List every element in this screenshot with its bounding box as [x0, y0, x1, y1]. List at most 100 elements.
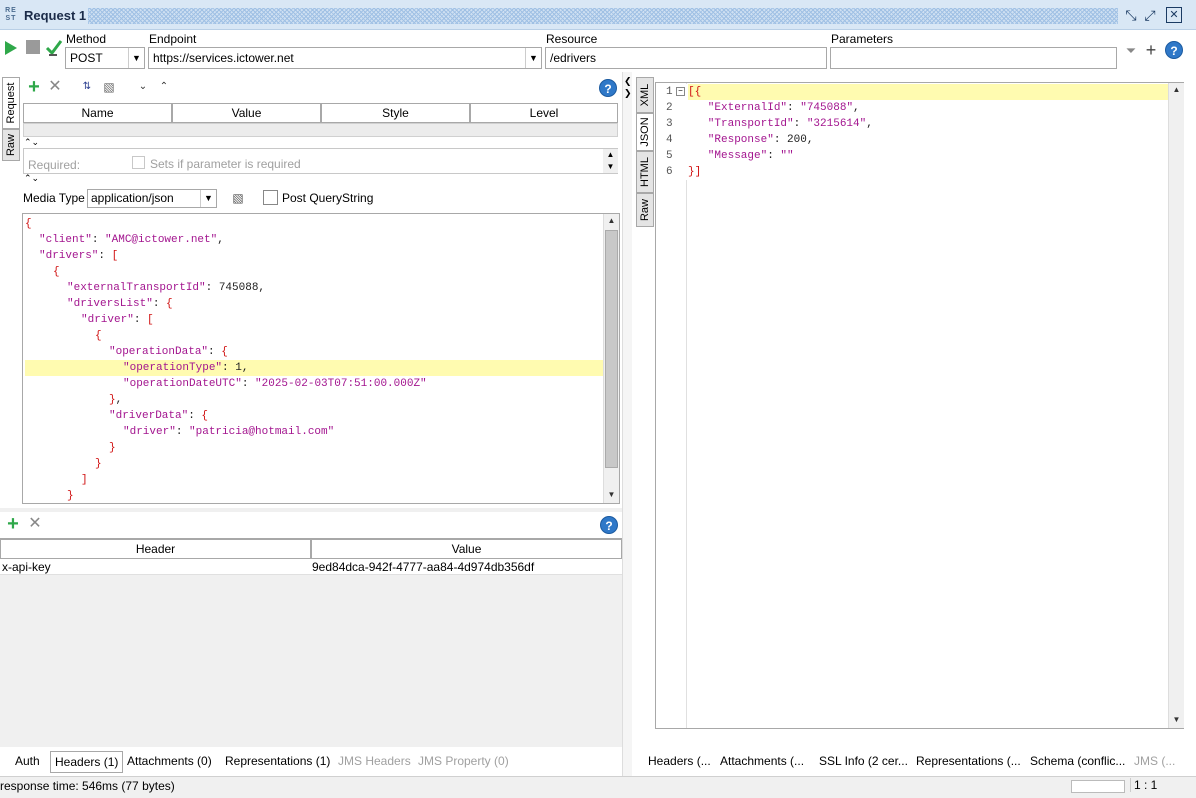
scroll-up-icon[interactable]: ▲ [604, 214, 619, 228]
close-icon[interactable]: ✕ [1166, 7, 1182, 23]
column-header-value[interactable]: Value [172, 103, 321, 123]
add-param-icon[interactable]: + [25, 77, 43, 97]
code-line: { [25, 264, 603, 280]
chevron-down-icon[interactable]: ▼ [525, 48, 541, 68]
cancel-request-icon[interactable] [24, 40, 42, 58]
parameters-input[interactable] [830, 47, 1117, 69]
response-scrollbar[interactable]: ▲ ▼ [1168, 83, 1184, 728]
code-line: 1[{ [656, 84, 1169, 100]
params-help-icon[interactable]: ? [599, 79, 617, 97]
filter-icon[interactable]: ⏷ [1122, 42, 1140, 60]
add-header-icon[interactable]: + [4, 514, 22, 534]
table-row[interactable]: x-api-key 9ed84dca-942f-4777-aa84-4d974d… [0, 559, 622, 575]
bottom-tab[interactable]: SSL Info (2 cer... [815, 751, 912, 773]
bottom-tab[interactable]: Headers (... [644, 751, 715, 773]
add-parameter-icon[interactable]: + [1142, 41, 1160, 59]
code-token: "client" [39, 234, 92, 246]
bottom-tab[interactable]: Representations (1) [221, 751, 334, 773]
format-icon[interactable]: ▧ [229, 189, 247, 207]
header-value-cell[interactable]: 9ed84dca-942f-4777-aa84-4d974db356df [312, 560, 534, 574]
bottom-tab[interactable]: Headers (1) [50, 751, 124, 773]
move-up-icon[interactable]: ⌃ [155, 78, 173, 96]
line-number: 5 [656, 148, 688, 164]
required-checkbox[interactable] [132, 156, 145, 169]
detail-scrollbar[interactable]: ▲ ▼ [603, 149, 618, 173]
restore-icon[interactable]: ⤡ [1123, 7, 1139, 23]
code-line: "driversList": { [25, 296, 603, 312]
clear-params-icon[interactable]: ▧ [100, 78, 118, 96]
rest-icon: RE ST [5, 7, 17, 22]
code-token: "Message" [688, 150, 768, 162]
code-line: "drivers": [ [25, 248, 603, 264]
scroll-down-icon[interactable]: ▼ [604, 488, 619, 502]
remove-param-icon[interactable]: ✕ [46, 78, 64, 96]
method-label: Method [66, 32, 107, 46]
fold-toggle-icon[interactable]: − [676, 87, 685, 96]
column-header-header[interactable]: Header [0, 539, 311, 559]
code-line: "externalTransportId": 745088, [25, 280, 603, 296]
headers-help-icon[interactable]: ? [600, 516, 618, 534]
bottom-tab[interactable]: JMS (... [1130, 751, 1179, 773]
endpoint-input[interactable]: https://services.ictower.net ▼ [148, 47, 542, 69]
bottom-tab[interactable]: Schema (conflic... [1026, 751, 1129, 773]
bottom-tab[interactable]: Representations (... [912, 751, 1025, 773]
post-querystring-checkbox[interactable] [263, 190, 278, 205]
code-token: : [767, 150, 781, 162]
code-token: : 200, [773, 134, 814, 146]
bottom-tab[interactable]: Attachments (... [716, 751, 808, 773]
scroll-up-icon[interactable]: ▲ [1169, 83, 1184, 97]
column-header-level[interactable]: Level [470, 103, 618, 123]
required-hint: Sets if parameter is required [150, 157, 301, 171]
tab-xml[interactable]: XML [636, 77, 654, 113]
tab-json[interactable]: JSON [636, 113, 654, 151]
resource-input[interactable]: /edrivers [545, 47, 827, 69]
code-token: "operationData" [109, 346, 209, 358]
code-token: { [201, 410, 209, 422]
splitter-arrows-icon[interactable]: ⌃⌄ [24, 173, 39, 184]
code-token: : [208, 346, 222, 358]
code-token: : [793, 118, 807, 130]
code-token: } [67, 490, 74, 502]
code-token: "745088" [800, 102, 854, 114]
code-line: 2 "ExternalId": "745088", [656, 100, 1169, 116]
bottom-tab[interactable]: JMS Property (0) [414, 751, 513, 773]
bottom-tab[interactable]: Attachments (0) [123, 751, 216, 773]
code-token: , [853, 102, 860, 114]
code-token: "operationType" [123, 362, 223, 374]
code-token: [ [147, 314, 154, 326]
column-header-style[interactable]: Style [321, 103, 470, 123]
move-down-icon[interactable]: ⌄ [134, 78, 152, 96]
bottom-tab[interactable]: Auth [11, 751, 44, 773]
tab-request[interactable]: Request [2, 77, 20, 129]
splitter-arrows-icon[interactable]: ⌃⌄ [24, 137, 39, 148]
header-name-cell[interactable]: x-api-key [2, 560, 51, 574]
code-token: : [188, 410, 202, 422]
tab-raw-response[interactable]: Raw [636, 193, 654, 227]
media-type-select[interactable]: application/json ▼ [87, 189, 217, 208]
horizontal-splitter[interactable] [0, 508, 622, 512]
method-select[interactable]: POST ▼ [65, 47, 145, 69]
move-param-icon[interactable]: ⇅ [78, 78, 96, 96]
vertical-splitter[interactable]: ❮ ❯ [622, 72, 632, 777]
maximize-icon[interactable]: ⤢ [1142, 7, 1158, 23]
code-token: : [98, 250, 112, 262]
response-body-editor[interactable]: 1[{2 "ExternalId": "745088", 3 "Transport… [655, 82, 1184, 729]
help-icon[interactable]: ? [1165, 41, 1183, 59]
code-token: "Response" [688, 134, 774, 146]
collapse-right-icon[interactable]: ❯ [624, 88, 632, 99]
submit-request-icon[interactable] [2, 40, 20, 58]
collapse-left-icon[interactable]: ❮ [624, 76, 632, 87]
tab-raw-request[interactable]: Raw [2, 129, 20, 161]
tab-html[interactable]: HTML [636, 151, 654, 193]
column-header-name[interactable]: Name [23, 103, 172, 123]
column-header-value[interactable]: Value [311, 539, 622, 559]
remove-header-icon[interactable]: ✕ [26, 515, 44, 533]
add-assertion-icon[interactable] [45, 38, 63, 56]
bottom-tab[interactable]: JMS Headers [334, 751, 415, 773]
line-number: 2 [656, 100, 688, 116]
request-body-editor[interactable]: {"client": "AMC@ictower.net", "drivers": … [22, 213, 620, 504]
scroll-down-icon[interactable]: ▼ [1169, 713, 1184, 727]
request-body-scrollbar[interactable]: ▲ ▼ [603, 214, 619, 503]
param-detail-panel [23, 148, 618, 174]
scroll-thumb[interactable] [605, 230, 618, 468]
